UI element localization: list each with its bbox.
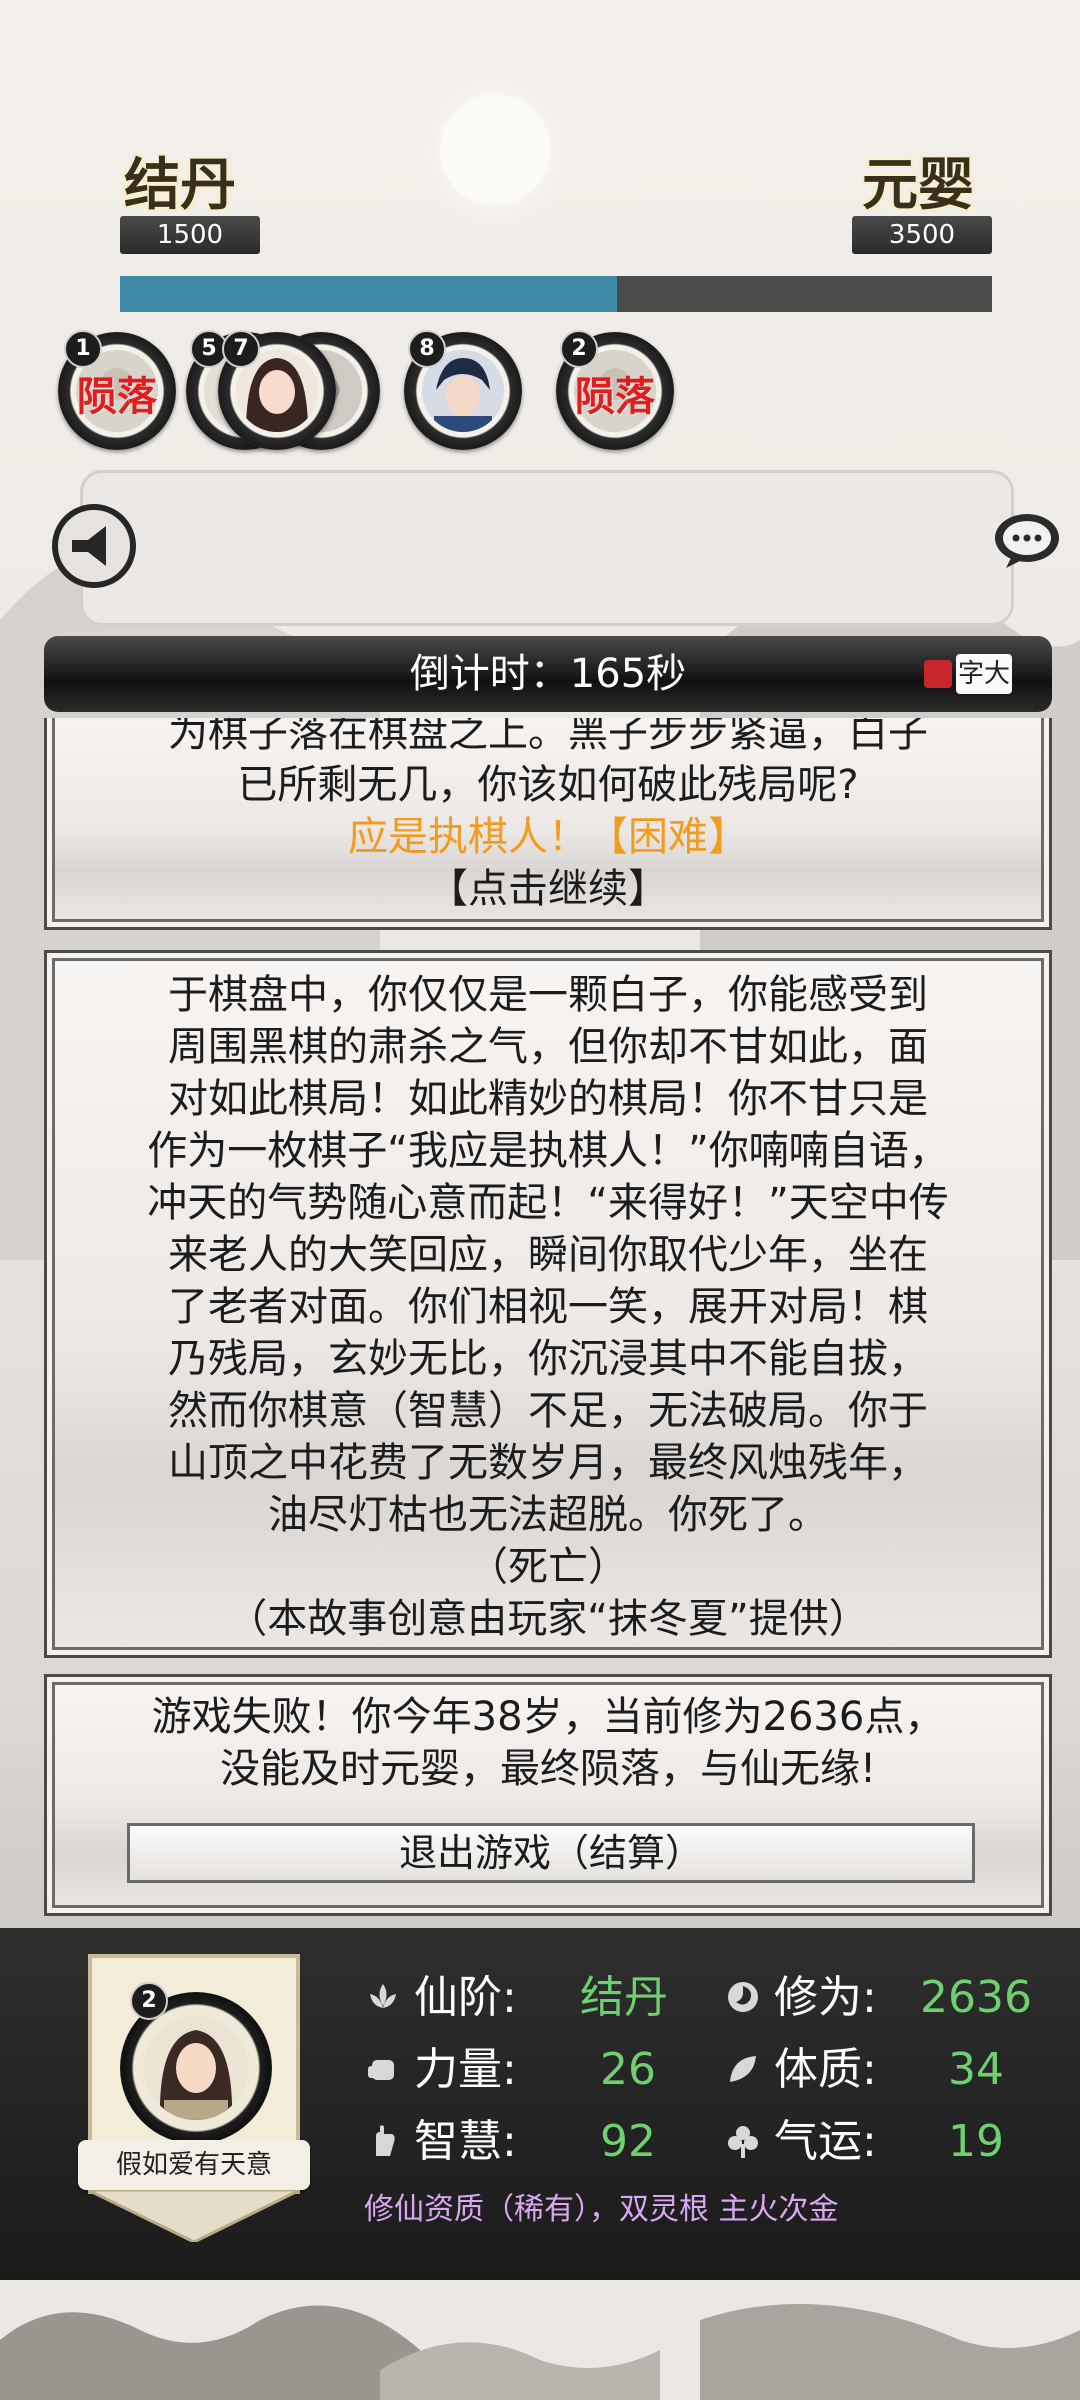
cultivation-progress-bar xyxy=(120,276,992,312)
large-font-label: 字大 xyxy=(956,654,1012,694)
next-realm-title: 元婴 xyxy=(862,153,974,218)
exit-game-button[interactable]: 退出游戏（结算） xyxy=(127,1823,975,1883)
countdown-text: 倒计时：165秒 xyxy=(409,651,687,697)
fallen-status-label: 陨落 xyxy=(575,374,655,420)
countdown-bar: 倒计时：165秒 xyxy=(44,636,1052,712)
stat-label: 体质: xyxy=(774,2044,877,2095)
leaf-icon xyxy=(730,2056,756,2082)
stat-constitution: 体质: 34 xyxy=(724,2040,1064,2100)
story-line: （本故事创意由玩家“抹冬夏”提供） xyxy=(227,1596,869,1642)
story-line: 周围黑棋的肃杀之气，但你却不甘如此，面 xyxy=(168,1024,928,1070)
aptitude-text: 修仙资质（稀有），双灵根 主火次金 xyxy=(364,2192,839,2227)
story-line: 冲天的气势随心意而起！“来得好！”天空中传 xyxy=(147,1180,949,1226)
click-to-continue[interactable]: 【点击继续】 xyxy=(47,863,1049,915)
story-line: 来老人的大笑回应，瞬间你取代少年，坐在 xyxy=(168,1232,928,1278)
current-realm-title: 结丹 xyxy=(124,153,236,218)
story-line: 油尽灯枯也无法超脱。你死了。 xyxy=(268,1492,828,1538)
stat-label: 修为: xyxy=(774,1972,877,2023)
chat-bubble-icon[interactable] xyxy=(992,510,1062,570)
story-line: 然而你棋意（智慧）不足，无法破局。你于 xyxy=(168,1388,928,1434)
token-badge-7: 7 xyxy=(222,330,260,368)
fallen-status-label: 陨落 xyxy=(77,374,157,420)
cultivation-progress-fill xyxy=(120,276,618,312)
swirl-icon xyxy=(728,1982,758,2012)
stat-wisdom: 智慧: 92 xyxy=(364,2112,684,2172)
result-panel: 游戏失败！你今年38岁，当前修为2636点， 没能及时元婴，最终陨落，与仙无缘!… xyxy=(44,1674,1052,1916)
lotus-icon xyxy=(370,1984,396,2008)
stat-value: 92 xyxy=(600,2116,656,2167)
bottom-mountain-decoration xyxy=(0,2280,1080,2400)
stat-label: 智慧: xyxy=(414,2116,517,2167)
stat-cultivation: 修为: 2636 xyxy=(724,1968,1064,2028)
story-line: 作为一枚棋子“我应是执棋人！”你喃喃自语， xyxy=(147,1128,949,1174)
chosen-option: 应是执棋人！【困难】 xyxy=(348,814,748,860)
fist-icon xyxy=(368,2060,394,2080)
result-line: 没能及时元婴，最终陨落，与仙无缘! xyxy=(219,1746,877,1792)
story-line: 于棋盘中，你仅仅是一颗白子，你能感受到 xyxy=(168,972,928,1018)
story-line: 已所剩无几，你该如何破此残局呢? xyxy=(237,762,859,808)
stat-value: 34 xyxy=(948,2044,1004,2095)
stat-strength: 力量: 26 xyxy=(364,2040,684,2100)
moon-decoration xyxy=(440,95,550,205)
next-realm-value: 3500 xyxy=(852,216,992,254)
story-line: （死亡） xyxy=(468,1544,628,1590)
current-realm-value: 1500 xyxy=(120,216,260,254)
toggle-indicator xyxy=(924,660,952,688)
token-badge-1: 1 xyxy=(64,330,102,368)
story-text-block: 于棋盘中，你仅仅是一颗白子，你能感受到 周围黑棋的肃杀之气，但你却不甘如此，面 对如… xyxy=(47,969,1049,1645)
stat-value: 结丹 xyxy=(580,1972,668,2023)
stat-value: 2636 xyxy=(920,1972,1032,2023)
hand-icon xyxy=(376,2125,395,2156)
pennant-decoration xyxy=(88,2190,300,2242)
player-avatar xyxy=(144,2016,248,2120)
stat-value: 26 xyxy=(600,2044,656,2095)
story-line: 对如此棋局！如此精妙的棋局！你不甘只是 xyxy=(168,1076,928,1122)
stat-label: 气运: xyxy=(774,2116,877,2167)
token-badge-8: 8 xyxy=(408,330,446,368)
player-badge: 2 xyxy=(130,1982,168,2020)
story-line: 乃残局，玄妙无比，你沉浸其中不能自拔， xyxy=(168,1336,928,1382)
stat-luck: 气运: 19 xyxy=(724,2112,1064,2172)
stat-label: 力量: xyxy=(414,2044,517,2095)
stat-value: 19 xyxy=(948,2116,1004,2167)
story-panel-current: 于棋盘中，你仅仅是一颗白子，你能感受到 周围黑棋的肃杀之气，但你却不甘如此，面 对如… xyxy=(44,950,1052,1658)
horn-icon[interactable] xyxy=(52,504,136,588)
stat-realm: 仙阶: 结丹 xyxy=(364,1968,684,2028)
story-panel-previous[interactable]: 为棋子落在棋盘之上。黑子步步紧逼，白子 已所剩无几，你该如何破此残局呢? 应是执… xyxy=(44,718,1052,930)
story-line: 为棋子落在棋盘之上。黑子步步紧逼，白子 xyxy=(168,718,928,756)
stat-label: 仙阶: xyxy=(414,1972,517,2023)
clover-icon xyxy=(728,2126,758,2158)
player-name: 假如爱有天意 xyxy=(78,2140,310,2190)
token-badge-2: 2 xyxy=(560,330,598,368)
story-line: 山顶之中花费了无数岁月，最终风烛残年， xyxy=(168,1440,928,1486)
story-scroll-area-top: 为棋子落在棋盘之上。黑子步步紧逼，白子 已所剩无几，你该如何破此残局呢? 应是执… xyxy=(0,718,1080,932)
large-font-toggle[interactable]: 字大 xyxy=(924,654,1012,694)
story-line: 了老者对面。你们相视一笑，展开对局！棋 xyxy=(168,1284,928,1330)
result-line: 游戏失败！你今年38岁，当前修为2636点， xyxy=(151,1694,945,1740)
message-box xyxy=(80,470,1014,626)
